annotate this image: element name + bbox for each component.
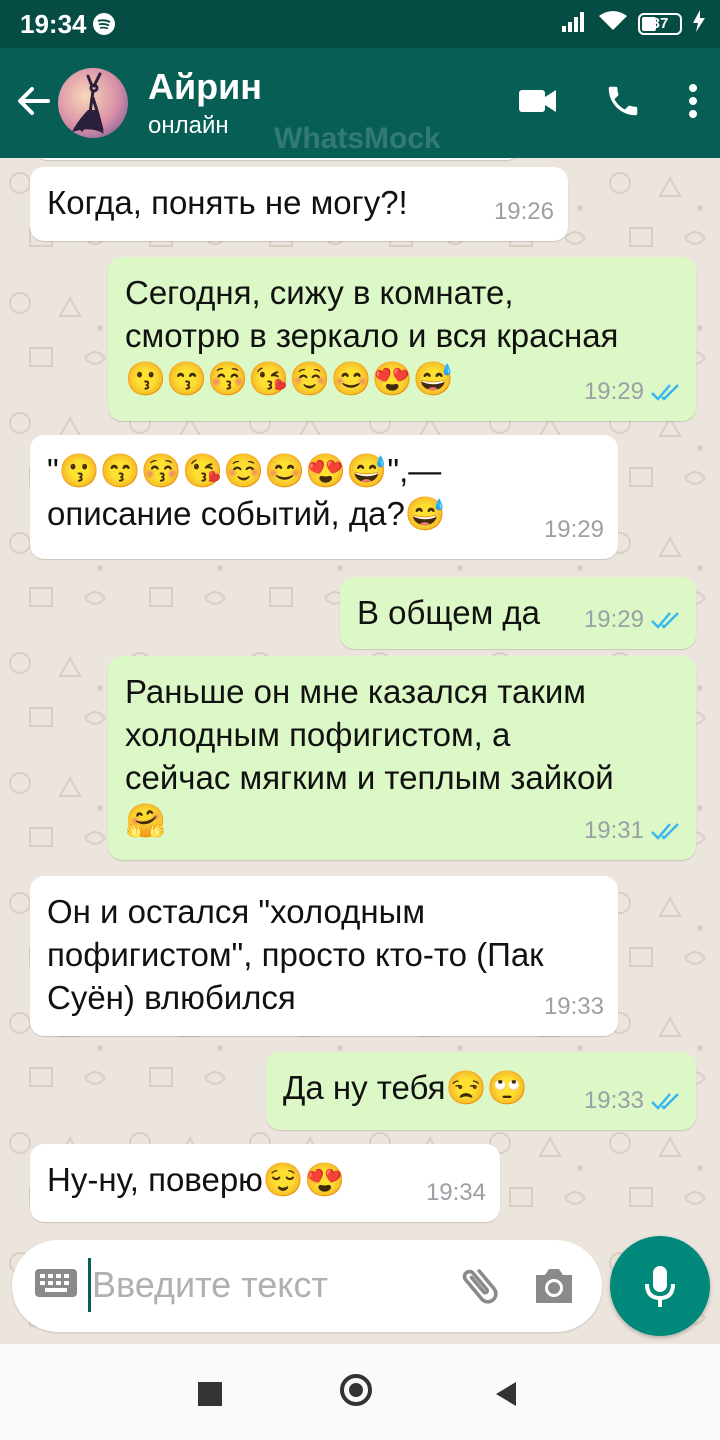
message-bubble-incoming[interactable]: Он и остался "холодным пофигистом", прос… bbox=[30, 876, 618, 1036]
message-bubble-outgoing[interactable]: Раньше он мне казался таким холодным поф… bbox=[108, 656, 696, 860]
message-text: "😗😙😚😘☺️😊😍😅",— описание событий, да?😅 bbox=[47, 452, 446, 532]
message-text: Ну-ну, поверю😌😍 bbox=[47, 1161, 346, 1198]
back-arrow-icon[interactable] bbox=[14, 82, 52, 124]
message-time: 19:29 bbox=[583, 606, 644, 633]
signal-icon bbox=[560, 10, 588, 37]
read-receipt-icon bbox=[651, 1092, 679, 1110]
charging-icon bbox=[692, 10, 706, 37]
read-receipt-icon bbox=[651, 822, 679, 840]
home-button[interactable] bbox=[340, 1374, 372, 1406]
message-bubble-incoming[interactable]: Ну-ну, поверю😌😍 19:34 bbox=[30, 1144, 500, 1222]
battery-icon: 37 bbox=[638, 12, 682, 35]
partial-message-bubble bbox=[36, 158, 518, 160]
spotify-icon bbox=[92, 12, 116, 41]
message-bubble-incoming[interactable]: Когда, понять не могу?! 19:26 bbox=[30, 167, 568, 241]
video-call-icon[interactable] bbox=[518, 87, 558, 119]
message-time: 19:26 bbox=[493, 198, 554, 225]
battery-level: 37 bbox=[651, 14, 669, 32]
message-text: Когда, понять не могу?! bbox=[47, 184, 408, 221]
message-bubble-outgoing[interactable]: Да ну тебя😒🙄 19:33 bbox=[266, 1052, 696, 1130]
message-bubble-incoming[interactable]: "😗😙😚😘☺️😊😍😅",— описание событий, да?😅 19:… bbox=[30, 435, 618, 559]
camera-icon[interactable] bbox=[532, 1266, 576, 1310]
more-options-icon[interactable] bbox=[688, 82, 698, 124]
contact-avatar[interactable] bbox=[58, 68, 128, 138]
status-time: 19:34 bbox=[20, 9, 87, 39]
keyboard-icon[interactable] bbox=[34, 1268, 78, 1302]
message-bubble-outgoing[interactable]: В общем да 19:29 bbox=[340, 577, 696, 649]
read-receipt-icon bbox=[651, 611, 679, 629]
message-time: 19:33 bbox=[583, 1087, 644, 1114]
read-receipt-icon bbox=[651, 383, 679, 401]
contact-status: онлайн bbox=[148, 112, 229, 139]
message-meta: 19:33 bbox=[584, 1079, 682, 1122]
message-time: 19:31 bbox=[583, 817, 644, 844]
message-input[interactable]: Введите текст bbox=[92, 1264, 328, 1306]
system-back-button[interactable] bbox=[494, 1380, 518, 1412]
message-meta: 19:31 bbox=[584, 809, 682, 852]
message-time: 19:29 bbox=[543, 516, 604, 543]
voice-call-icon[interactable] bbox=[604, 82, 642, 124]
attach-icon[interactable] bbox=[456, 1262, 504, 1314]
message-meta: 19:26 bbox=[494, 190, 554, 233]
microphone-icon bbox=[645, 1266, 675, 1307]
status-bar: 19:34 37 bbox=[0, 0, 720, 48]
system-nav-bar bbox=[0, 1344, 720, 1440]
message-composer: Введите текст bbox=[12, 1240, 602, 1332]
message-meta: 19:29 bbox=[584, 370, 682, 413]
message-time: 19:29 bbox=[583, 378, 644, 405]
contact-name[interactable]: Айрин bbox=[148, 66, 262, 108]
wifi-icon bbox=[598, 10, 628, 37]
voice-record-button[interactable] bbox=[610, 1236, 710, 1336]
recent-apps-button[interactable] bbox=[198, 1382, 222, 1406]
message-meta: 19:29 bbox=[544, 508, 604, 551]
message-meta: 19:29 bbox=[584, 598, 682, 641]
message-meta: 19:33 bbox=[544, 985, 604, 1028]
message-bubble-outgoing[interactable]: Сегодня, сижу в комнате, смотрю в зеркал… bbox=[108, 257, 696, 421]
message-meta: 19:34 bbox=[426, 1171, 486, 1214]
text-caret bbox=[88, 1258, 91, 1312]
message-time: 19:33 bbox=[543, 993, 604, 1020]
chat-area[interactable]: Когда, понять не могу?! 19:26 Сегодня, с… bbox=[0, 158, 720, 1340]
message-time: 19:34 bbox=[425, 1179, 486, 1206]
message-text: Он и остался "холодным пофигистом", прос… bbox=[47, 893, 544, 1016]
watermark: WhatsMock bbox=[274, 122, 441, 155]
